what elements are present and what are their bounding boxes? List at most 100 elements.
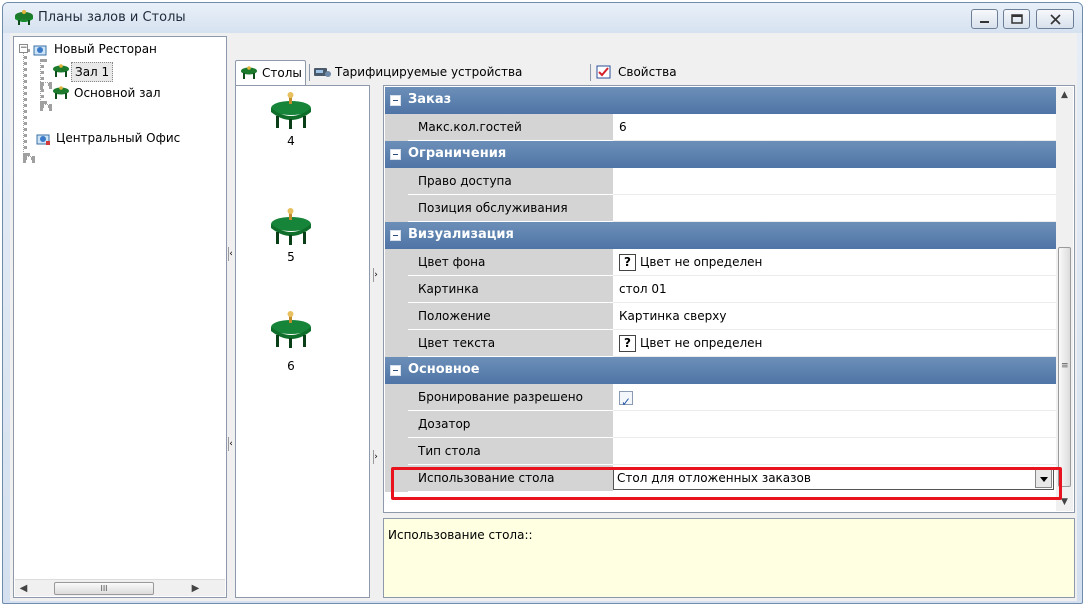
scroll-thumb[interactable]: ≡ xyxy=(1058,247,1071,487)
tab-tables[interactable]: Столы xyxy=(235,60,306,85)
tables-list[interactable]: 4 5 6 xyxy=(235,85,370,598)
property-name: Макс.кол.гостей xyxy=(408,114,613,141)
maximize-button[interactable] xyxy=(1003,9,1030,29)
property-row[interactable]: Тип стола xyxy=(385,438,1056,465)
table-icon xyxy=(53,64,69,77)
description-text: Использование стола:: xyxy=(388,528,533,542)
property-name: Положение xyxy=(408,303,613,330)
minimize-icon xyxy=(980,21,989,23)
collapse-left-icon[interactable]: ‹ xyxy=(228,437,233,451)
scroll-thumb[interactable]: III xyxy=(54,582,154,595)
property-row[interactable]: Бронирование разрешено xyxy=(385,384,1056,415)
property-grid[interactable]: Заказ Макс.кол.гостей 6 Ограничения Прав… xyxy=(383,85,1075,513)
table-icon xyxy=(271,208,311,245)
property-row[interactable]: Цвет текста ? Цвет не определен xyxy=(385,330,1056,357)
property-name: Дозатор xyxy=(408,411,613,438)
collapse-icon[interactable] xyxy=(390,149,401,160)
minimize-button[interactable] xyxy=(971,9,998,29)
tree-item-hall-1[interactable]: Зал 1 xyxy=(52,62,142,82)
collapse-left-icon[interactable]: ‹ xyxy=(228,247,233,261)
maximize-icon xyxy=(1011,14,1023,24)
network-node-icon xyxy=(36,134,50,145)
app-window: Планы залов и Столы − Новый Ресторан Зал… xyxy=(2,2,1083,604)
tree-item-restaurant[interactable]: Новый Ресторан xyxy=(28,40,218,58)
table-item[interactable]: 4 xyxy=(261,90,321,150)
close-button[interactable] xyxy=(1036,9,1074,29)
collapse-icon[interactable] xyxy=(390,95,401,106)
category-limits[interactable]: Ограничения xyxy=(385,141,1056,168)
description-panel: Использование стола:: xyxy=(383,518,1075,598)
property-name: Картинка xyxy=(408,276,613,303)
property-row[interactable]: Право доступа xyxy=(385,168,1056,195)
table-icon xyxy=(53,86,69,99)
property-row[interactable]: Позиция обслуживания xyxy=(385,195,1056,222)
property-row[interactable]: Дозатор xyxy=(385,411,1056,438)
table-icon xyxy=(241,66,257,79)
property-value[interactable]: Картинка сверху xyxy=(613,303,1056,330)
scroll-left-icon[interactable]: ◀ xyxy=(15,580,32,597)
table-number: 4 xyxy=(287,134,295,148)
tree-item-label: Центральный Офис xyxy=(56,131,181,145)
device-icon xyxy=(314,68,331,77)
tree-item-main-hall[interactable]: Основной зал xyxy=(52,84,222,102)
expand-right-icon[interactable]: › xyxy=(373,450,378,464)
close-icon xyxy=(1050,14,1061,25)
property-row[interactable]: Цвет фона ? Цвет не определен xyxy=(385,249,1056,276)
color-value-text: Цвет не определен xyxy=(640,336,763,350)
property-value[interactable] xyxy=(613,438,1056,465)
property-value[interactable]: ? Цвет не определен xyxy=(613,330,1056,357)
tab-properties[interactable]: Свойства xyxy=(596,60,677,85)
property-name: Цвет фона xyxy=(408,249,613,276)
property-value[interactable] xyxy=(613,168,1056,195)
property-name: Тип стола xyxy=(408,438,613,465)
tree-item-central-office[interactable]: Центральный Офис xyxy=(35,129,225,147)
category-main[interactable]: Основное xyxy=(385,357,1056,384)
tree-horizontal-scrollbar[interactable]: ◀ III ▶ xyxy=(15,579,225,596)
expand-right-icon[interactable]: › xyxy=(373,268,378,282)
client-area: − Новый Ресторан Зал 1 Основной зал Цент… xyxy=(10,33,1077,601)
category-order[interactable]: Заказ xyxy=(385,87,1056,114)
left-splitter[interactable]: ‹ ‹ xyxy=(227,85,234,598)
color-value-text: Цвет не определен xyxy=(640,255,763,269)
booking-checkbox[interactable] xyxy=(619,389,633,415)
table-icon xyxy=(271,92,311,129)
table-number: 5 xyxy=(287,250,295,264)
tab-label: Столы xyxy=(262,66,302,80)
tree-item-label: Зал 1 xyxy=(71,62,114,82)
property-row[interactable]: Положение Картинка сверху xyxy=(385,303,1056,330)
property-name: Цвет текста xyxy=(408,330,613,357)
table-icon xyxy=(271,311,311,348)
category-label: Основное xyxy=(408,362,480,377)
table-item[interactable]: 5 xyxy=(261,206,321,266)
scroll-right-icon[interactable]: ▶ xyxy=(187,580,204,597)
property-value[interactable]: стол 01 xyxy=(613,276,1056,303)
property-value[interactable] xyxy=(613,411,1056,438)
property-row[interactable]: Макс.кол.гостей 6 xyxy=(385,114,1056,141)
highlight-box xyxy=(391,467,1062,500)
question-icon: ? xyxy=(619,335,636,352)
property-name: Бронирование разрешено xyxy=(408,384,613,411)
scroll-up-icon[interactable]: ▲ xyxy=(1056,87,1073,104)
property-row[interactable]: Картинка стол 01 xyxy=(385,276,1056,303)
category-visualization[interactable]: Визуализация xyxy=(385,222,1056,249)
tab-billable-devices[interactable]: Тарифицируемые устройства xyxy=(313,60,522,85)
property-value[interactable]: ? Цвет не определен xyxy=(613,249,1056,276)
window-title: Планы залов и Столы xyxy=(38,10,186,25)
collapse-icon[interactable] xyxy=(390,230,401,241)
property-value[interactable] xyxy=(613,384,1056,415)
table-item[interactable]: 6 xyxy=(261,309,321,373)
collapse-icon[interactable]: − xyxy=(19,44,28,53)
tab-label: Тарифицируемые устройства xyxy=(335,65,523,79)
property-value[interactable] xyxy=(613,195,1056,222)
venue-tree[interactable]: − Новый Ресторан Зал 1 Основной зал Цент… xyxy=(13,36,227,598)
grid-vertical-scrollbar[interactable]: ▲ ≡ ▼ xyxy=(1056,87,1073,511)
network-node-icon xyxy=(33,45,47,56)
title-bar: Планы залов и Столы xyxy=(3,3,1082,33)
property-value[interactable]: 6 xyxy=(613,114,1056,141)
category-label: Ограничения xyxy=(408,146,507,161)
collapse-icon[interactable] xyxy=(390,365,401,376)
property-name: Позиция обслуживания xyxy=(408,195,613,222)
properties-icon xyxy=(596,65,611,79)
question-icon: ? xyxy=(619,254,636,271)
right-splitter[interactable]: › › xyxy=(372,85,379,598)
